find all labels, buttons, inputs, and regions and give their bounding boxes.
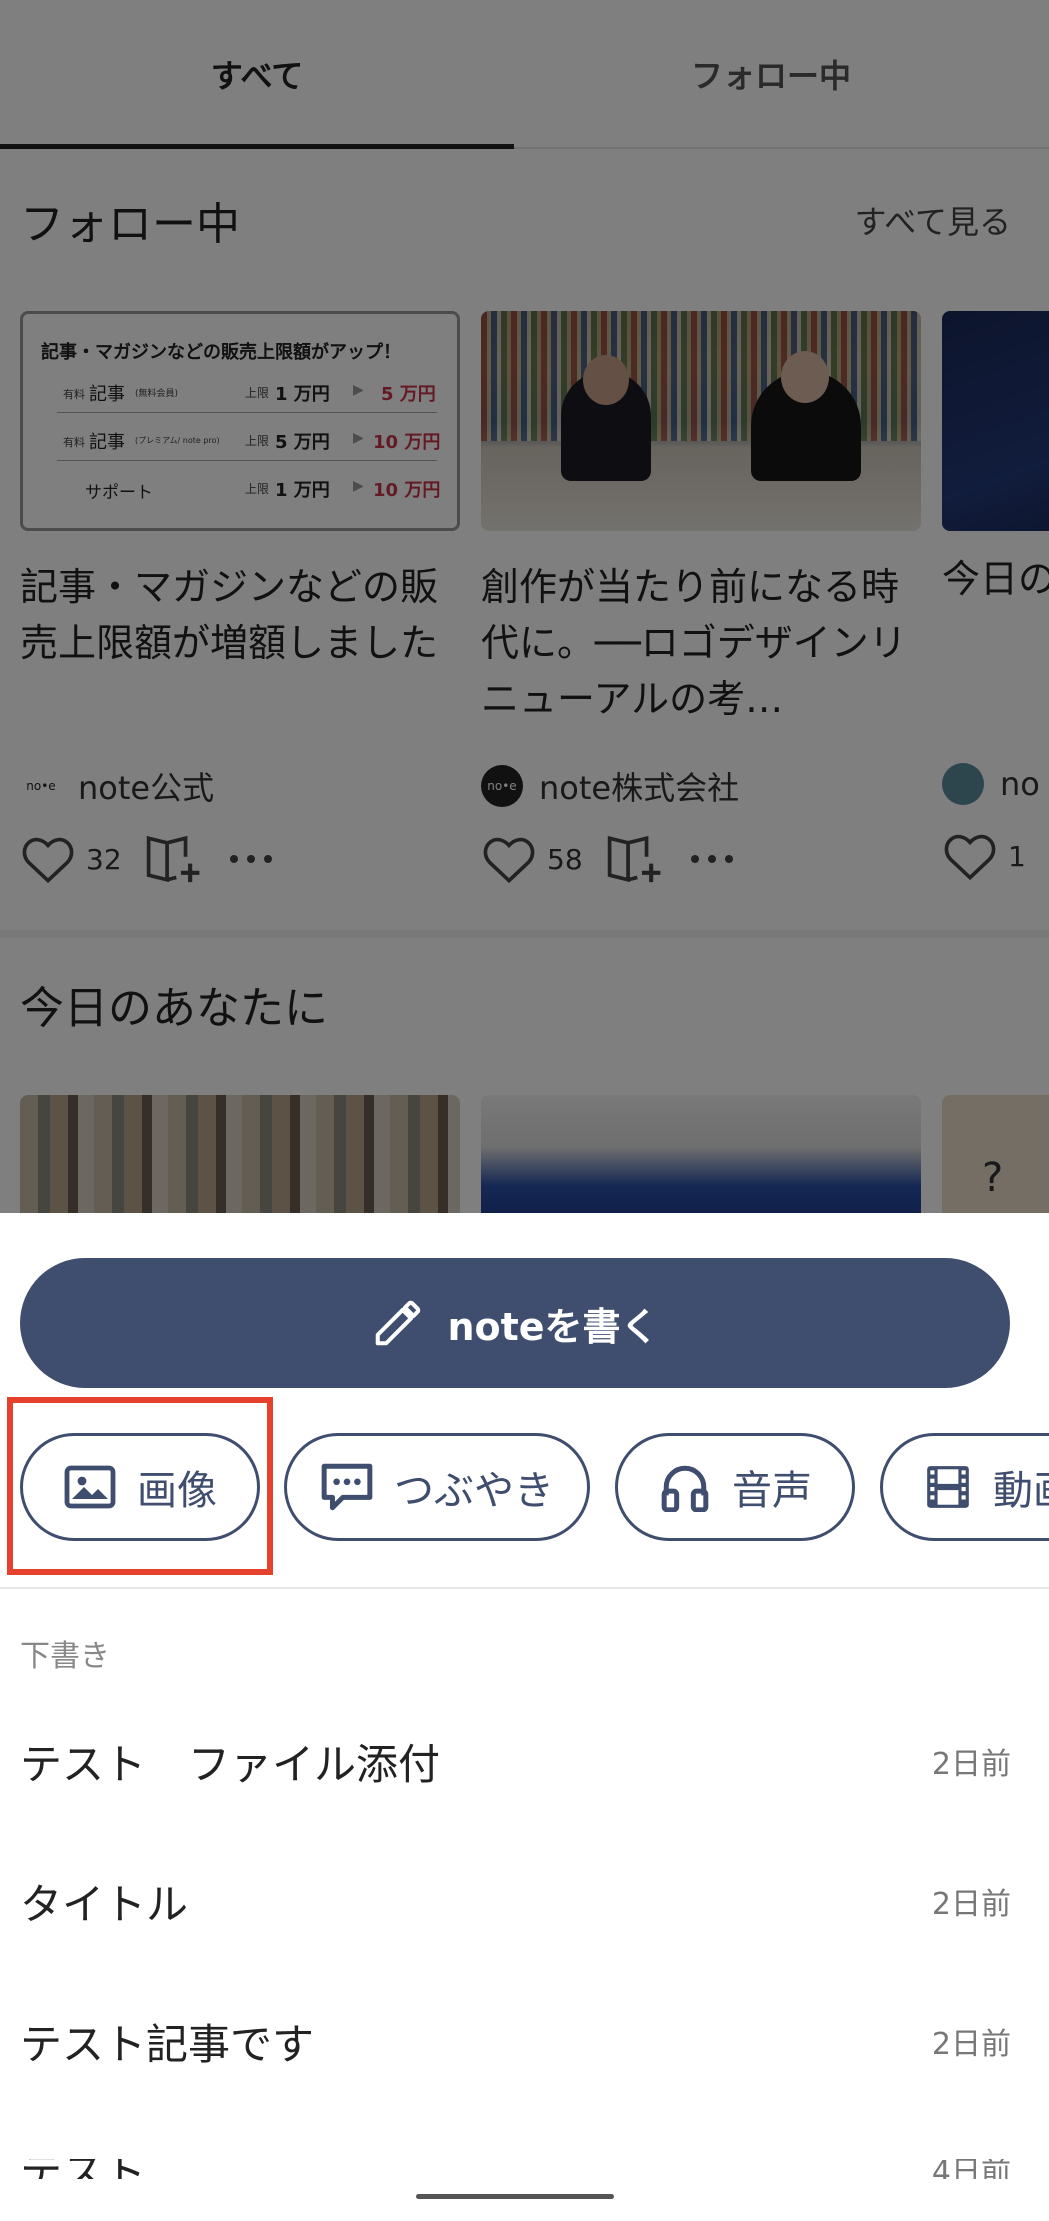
message-icon [321,1463,373,1511]
chip-label: つぶやき [394,1468,554,1514]
home-indicator[interactable] [416,2194,614,2199]
dim-overlay[interactable] [0,0,1049,1213]
draft-title: テスト [20,2159,146,2179]
drafts-label: 下書き [20,1639,110,1674]
draft-date: 2日前 [931,2027,1011,2062]
chip-label: 動画 [993,1468,1049,1514]
audio-chip[interactable]: 音声 [615,1433,855,1541]
draft-title: テスト ファイル添付 [20,1739,441,1789]
draft-item-clip: テスト 4日前 [0,2159,1049,2179]
pencil-icon [376,1300,421,1346]
draft-date: 4日前 [931,2159,1011,2179]
film-icon [927,1466,969,1508]
draft-title: タイトル [20,1879,189,1929]
chip-label: 音声 [732,1468,812,1514]
write-note-button[interactable]: noteを書く [20,1258,1010,1388]
video-chip[interactable]: 動画 [880,1433,1049,1541]
compose-bottom-sheet: noteを書く 画像 つぶやき 音声 動 下書き テスト ファイル添付 2日前 … [0,1213,1049,2221]
headphones-icon [661,1465,709,1512]
write-note-label: noteを書く [447,1304,659,1349]
draft-date: 2日前 [931,1747,1011,1782]
highlight-box [7,1397,273,1575]
draft-item[interactable]: テスト ファイル添付 2日前 [20,1721,1011,1801]
divider [0,1587,1049,1589]
tweet-chip[interactable]: つぶやき [284,1433,590,1541]
draft-title: テスト記事です [20,2019,315,2069]
draft-date: 2日前 [931,1887,1011,1922]
draft-item[interactable]: タイトル 2日前 [20,1861,1011,1941]
draft-item[interactable]: テスト記事です 2日前 [20,2001,1011,2081]
draft-item[interactable]: テスト 4日前 [20,2159,1011,2179]
